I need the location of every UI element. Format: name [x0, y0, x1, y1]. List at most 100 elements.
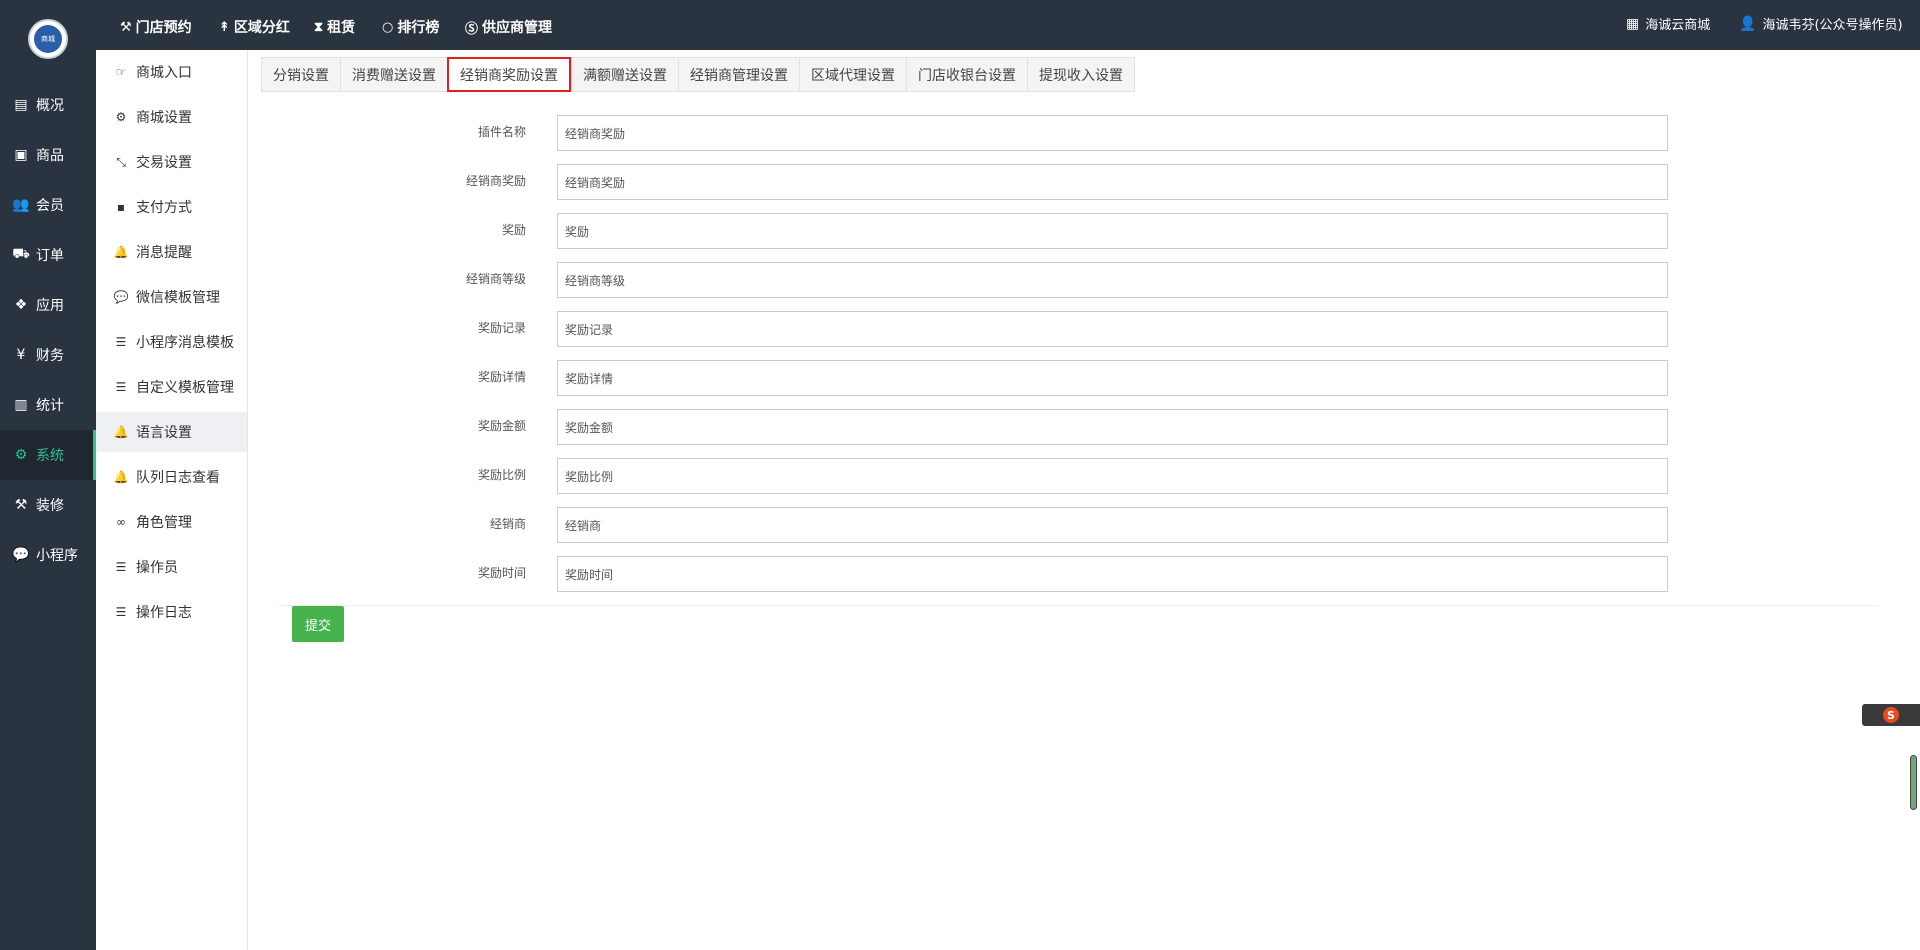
form-row: 奖励详情: [248, 360, 1668, 396]
tab-distribution[interactable]: 分销设置: [261, 57, 340, 92]
subnav-item-label: 支付方式: [136, 200, 192, 216]
subnav-item-custom-templates[interactable]: ☰ 自定义模板管理: [96, 367, 247, 407]
bell-icon: 🔔: [113, 245, 129, 259]
bars-icon: ☰: [115, 380, 127, 394]
form-row: 奖励比例: [248, 458, 1668, 494]
yen-icon: ¥: [16, 347, 26, 363]
reward-detail-input[interactable]: [557, 360, 1668, 396]
sidebar-item-decor[interactable]: ⚒ 装修: [0, 480, 96, 530]
system-subnav: ☞ 商城入口 ⚙ 商城设置 ⤡ 交易设置 ▪ 支付方式 🔔 消息提醒 💬 微信模板管理 ☰ 小…: [96, 50, 248, 950]
subnav-item-notifications[interactable]: 🔔 消息提醒: [96, 232, 247, 272]
compress-icon: ⤡: [116, 154, 126, 169]
subnav-item-wechat-templates[interactable]: 💬 微信模板管理: [96, 277, 247, 317]
grid-icon: ▦: [1626, 15, 1640, 32]
form-row: 奖励金额: [248, 409, 1668, 445]
subnav-item-label: 微信模板管理: [136, 290, 220, 306]
sidebar-item-label: 商品: [36, 148, 64, 164]
sidebar-item-orders[interactable]: ⛟ 订单: [0, 230, 96, 280]
gear-icon: ⚙: [115, 110, 127, 124]
sidebar-item-label: 概况: [36, 98, 64, 114]
hammer-icon: ⚒: [14, 497, 28, 513]
sidebar-item-miniprogram[interactable]: 💬 小程序: [0, 530, 96, 580]
user-icon: 👤: [1739, 15, 1757, 32]
reward-time-input[interactable]: [557, 556, 1668, 592]
scrollbar-thumb[interactable]: [1910, 755, 1917, 810]
tab-consumption-gift[interactable]: 消费赠送设置: [340, 57, 447, 92]
subnav-item-operators[interactable]: ☰ 操作员: [96, 547, 247, 587]
main-sidebar: 商城 ▤ 概况 ▣ 商品 👥 会员 ⛟ 订单 ❖ 应用 ¥ 财务 ▥ 统计 ⚙ 系统 ⚒ 装修 💬…: [0, 0, 96, 950]
reward-record-input[interactable]: [557, 311, 1668, 347]
top-link-ranking[interactable]: ○ 排行榜: [382, 17, 439, 37]
plugin-name-input[interactable]: [557, 115, 1668, 151]
sidebar-item-goods[interactable]: ▣ 商品: [0, 130, 96, 180]
user-menu[interactable]: 👤 海诚韦芬(公众号操作员): [1739, 14, 1903, 34]
subnav-item-label: 交易设置: [136, 155, 192, 171]
subnav-item-language[interactable]: 🔔 语言设置: [96, 412, 247, 452]
subnav-item-queue-log[interactable]: 🔔 队列日志查看: [96, 457, 247, 497]
circle-icon: ○: [382, 19, 394, 35]
dealer-level-input[interactable]: [557, 262, 1668, 298]
store-link-label: 海诚云商城: [1645, 18, 1711, 33]
field-label: 奖励比例: [477, 468, 526, 482]
sidebar-item-label: 会员: [36, 198, 64, 214]
subnav-item-label: 商城设置: [136, 110, 192, 126]
subnav-item-operation-log[interactable]: ☰ 操作日志: [96, 592, 247, 632]
top-link-lease[interactable]: ⧗ 租赁: [314, 17, 355, 37]
logo[interactable]: 商城: [28, 19, 68, 59]
box-icon: ▣: [14, 147, 28, 163]
mask-icon: ∞: [116, 515, 126, 529]
top-link-region-dividend[interactable]: ↟ 区域分红: [219, 17, 290, 37]
card-icon: ▤: [14, 97, 28, 113]
sidebar-item-stats[interactable]: ▥ 统计: [0, 380, 96, 430]
field-label: 奖励详情: [477, 370, 526, 384]
tab-withdraw-income[interactable]: 提现收入设置: [1027, 57, 1135, 92]
subnav-item-label: 操作员: [136, 560, 178, 576]
top-link-label: 排行榜: [397, 20, 440, 36]
subnav-item-trade-settings[interactable]: ⤡ 交易设置: [96, 142, 247, 182]
subnav-item-mall-settings[interactable]: ⚙ 商城设置: [96, 97, 247, 137]
subnav-item-label: 商城入口: [136, 65, 192, 81]
submit-button[interactable]: 提交: [292, 606, 344, 642]
subnav-item-label: 队列日志查看: [136, 470, 220, 486]
wechat-icon: 💬: [113, 290, 129, 304]
top-link-supplier[interactable]: Ⓢ 供应商管理: [465, 17, 552, 37]
tab-dealer-reward[interactable]: 经销商奖励设置: [447, 57, 571, 92]
gavel-icon: ⚒: [120, 19, 132, 35]
field-label: 奖励记录: [477, 321, 526, 335]
top-link-label: 门店预约: [135, 20, 192, 36]
cart-icon: ⛟: [12, 246, 30, 262]
store-link[interactable]: ▦ 海诚云商城: [1626, 14, 1711, 34]
field-label: 经销商等级: [465, 272, 526, 286]
sidebar-item-apps[interactable]: ❖ 应用: [0, 280, 96, 330]
bell-icon: 🔔: [113, 425, 129, 439]
sidebar-item-overview[interactable]: ▤ 概况: [0, 80, 96, 130]
sidebar-item-finance[interactable]: ¥ 财务: [0, 330, 96, 380]
users-icon: 👥: [12, 197, 30, 213]
tab-dealer-management[interactable]: 经销商管理设置: [678, 57, 799, 92]
top-link-store-booking[interactable]: ⚒ 门店预约: [120, 17, 192, 37]
sidebar-item-label: 财务: [36, 348, 64, 364]
reward-ratio-input[interactable]: [557, 458, 1668, 494]
form-row: 插件名称: [248, 115, 1668, 151]
dealer-reward-input[interactable]: [557, 164, 1668, 200]
subnav-item-payment[interactable]: ▪ 支付方式: [96, 187, 247, 227]
sidebar-item-members[interactable]: 👥 会员: [0, 180, 96, 230]
subnav-item-mall-entry[interactable]: ☞ 商城入口: [96, 52, 247, 92]
form-row: 奖励: [248, 213, 1668, 249]
tab-full-amount-gift[interactable]: 满额赠送设置: [571, 57, 678, 92]
wechat-icon: 💬: [12, 547, 30, 563]
tab-region-agent[interactable]: 区域代理设置: [799, 57, 906, 92]
reward-input[interactable]: [557, 213, 1668, 249]
sidebar-item-system[interactable]: ⚙ 系统: [0, 430, 96, 480]
tab-store-cashier[interactable]: 门店收银台设置: [906, 57, 1027, 92]
form-row: 奖励记录: [248, 311, 1668, 347]
bell-icon: 🔔: [113, 470, 129, 484]
subnav-item-roles[interactable]: ∞ 角色管理: [96, 502, 247, 542]
ime-toolbar[interactable]: S: [1862, 704, 1920, 726]
reward-amount-input[interactable]: [557, 409, 1668, 445]
user-name: 海诚韦芬(公众号操作员): [1762, 18, 1903, 33]
cubes-icon: ❖: [14, 297, 28, 313]
subnav-item-miniprogram-templates[interactable]: ☰ 小程序消息模板: [96, 322, 247, 362]
form-divider: [278, 605, 1878, 606]
dealer-input[interactable]: [557, 507, 1668, 543]
